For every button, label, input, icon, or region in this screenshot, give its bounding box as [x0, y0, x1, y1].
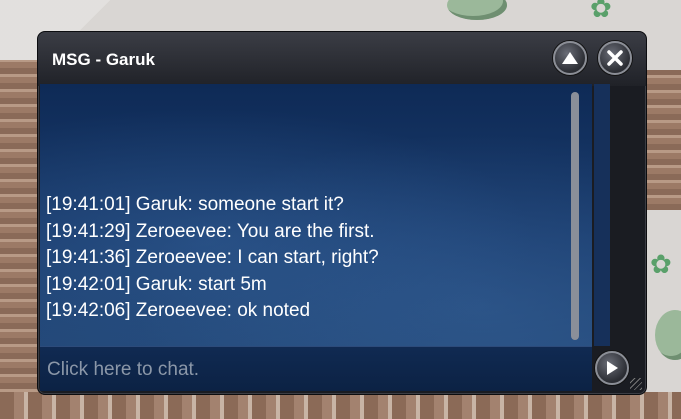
chat-input-placeholder: Click here to chat.	[47, 359, 200, 380]
chat-message: [19:41:29] Zeroeevee: You are the first.	[46, 220, 375, 242]
chat-message: [19:41:01] Garuk: someone start it?	[46, 194, 344, 215]
scrollbar-thumb[interactable]	[571, 92, 579, 340]
send-button[interactable]	[595, 351, 629, 385]
message-window: MSG - Garuk [19:41:01] Garuk: someone st…	[37, 31, 647, 395]
resize-handle[interactable]	[630, 378, 642, 390]
message-list: [19:41:01] Garuk: someone start it? [19:…	[46, 192, 566, 325]
play-icon	[607, 361, 618, 375]
close-button[interactable]	[598, 41, 632, 75]
close-icon	[607, 50, 623, 66]
chat-message: [19:42:06] Zeroeevee: ok noted	[46, 300, 311, 322]
plant: ✿	[590, 0, 612, 24]
chat-message: [19:41:36] Zeroeevee: I can start, right…	[46, 247, 379, 269]
chat-input[interactable]: Click here to chat.	[40, 346, 592, 391]
plant: ✿	[650, 250, 672, 280]
dirt-path-left	[0, 60, 40, 419]
minimize-button[interactable]	[553, 41, 587, 75]
chevron-up-icon	[562, 52, 578, 64]
chat-message: [19:42:01] Garuk: start 5m	[46, 273, 267, 295]
dirt-path-bottom	[0, 392, 681, 419]
window-title: MSG - Garuk	[52, 50, 155, 69]
scrollbar-track[interactable]	[594, 84, 610, 346]
